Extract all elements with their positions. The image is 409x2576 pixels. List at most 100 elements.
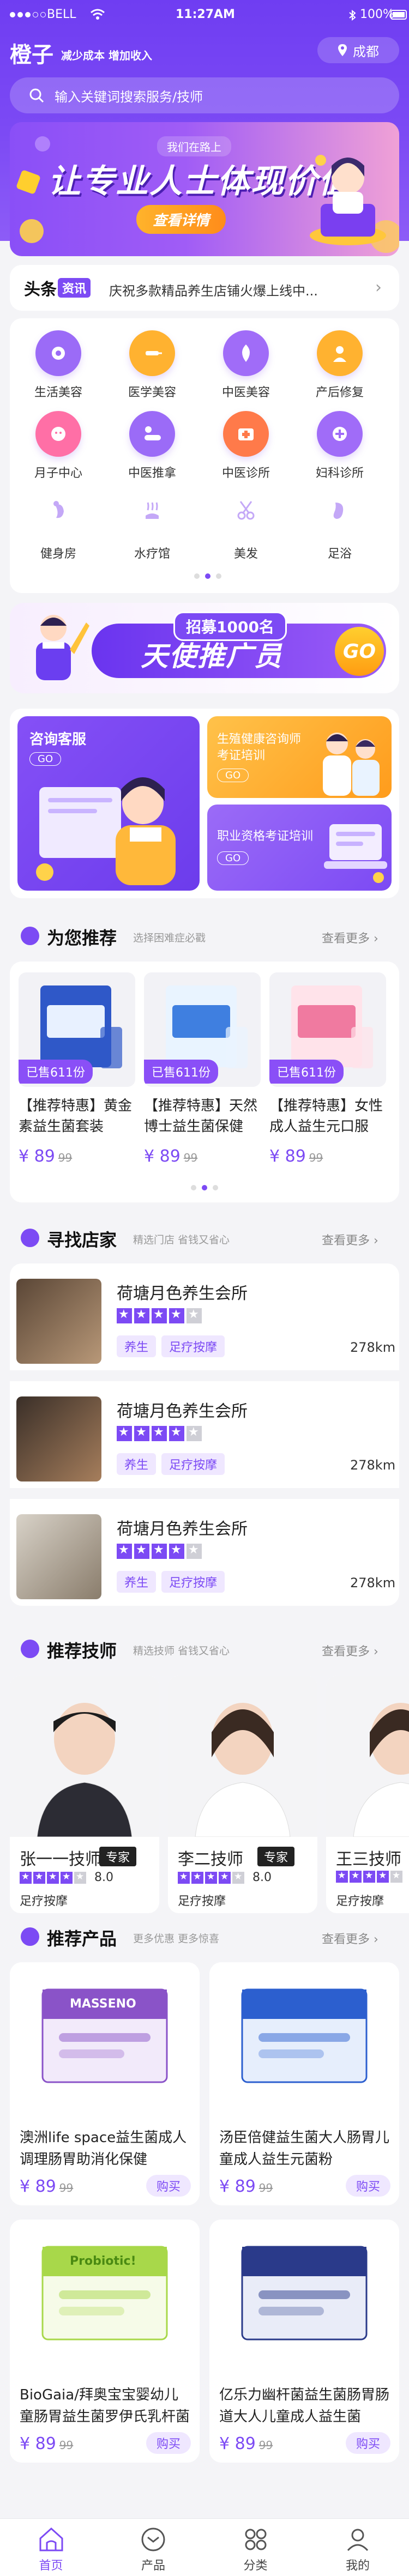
category-foot[interactable]: 足浴: [299, 492, 381, 561]
recommend-product-card[interactable]: 已售611份 【推荐特惠】天然博士益生菌保健 ¥ 89 99: [144, 972, 261, 1166]
category-label: 医学美容: [128, 386, 176, 400]
category-sauna[interactable]: 水疗馆: [111, 492, 193, 561]
rating-score: 8.0: [94, 1871, 113, 1884]
brand-name: 橙子: [10, 43, 53, 68]
carrier-label: BELL: [47, 8, 76, 21]
product-box-label: MASSENO: [70, 1997, 136, 2011]
service-card-training-repro[interactable]: 生殖健康咨询师 考证培训 GO: [207, 716, 392, 798]
category-mother[interactable]: 产后修复: [299, 330, 381, 400]
star-icon: [74, 1871, 86, 1884]
product-price: ¥ 89 99: [219, 2177, 273, 2196]
buy-button[interactable]: 购买: [346, 2175, 390, 2197]
store-item[interactable]: 荷塘月色养生会所养生足疗按摩 278km: [10, 1381, 399, 1488]
star-icon: [20, 1871, 32, 1884]
service-cert-title: 职业资格考证培训: [217, 830, 314, 843]
price-value: ¥ 89: [219, 2434, 256, 2453]
city-label: 成都: [353, 44, 379, 59]
clock: 11:27AM: [176, 8, 235, 21]
news-logo: 头条 资讯: [24, 276, 91, 300]
app-root: BELL 11:27AM 100% 橙子 减少成本 增加收入 成都 输入关键词搜…: [0, 0, 409, 2576]
store-distance: 278km: [350, 1575, 396, 1591]
battery-icon: [390, 10, 407, 20]
promo-go-button[interactable]: GO: [335, 627, 384, 676]
category-baby[interactable]: 月子中心: [17, 411, 99, 481]
category-fitness[interactable]: 健身房: [17, 492, 99, 561]
sauna-icon: [129, 492, 175, 537]
service-repro-title-b: 考证培训: [217, 749, 266, 763]
buy-button[interactable]: 购买: [146, 2175, 191, 2197]
technician-photo: [326, 1676, 409, 1837]
search-input[interactable]: 输入关键词搜索服务/技师: [10, 77, 399, 113]
category-spa-flower[interactable]: 生活美容: [17, 330, 99, 400]
category-gyneco[interactable]: 妇科诊所: [299, 411, 381, 481]
star-icon: [191, 1871, 203, 1884]
technician-card[interactable]: 王三技师足疗按摩: [326, 1676, 409, 1913]
bottom-tab-bar: 首页 产品 分类 我的: [0, 2518, 409, 2576]
recommend-more-link[interactable]: 查看更多 ›: [322, 929, 378, 946]
product-card[interactable]: MASSENO 澳洲life space益生菌成人调理肠胃助消化保健 ¥ 89 99 购…: [10, 1962, 200, 2205]
star-icon: [377, 1870, 389, 1883]
products-subtitle: 更多优惠 更多惊喜: [133, 1933, 220, 1945]
stores-more-link[interactable]: 查看更多 ›: [322, 1231, 378, 1248]
product-price: ¥ 89 99: [269, 1147, 386, 1166]
product-card[interactable]: 汤臣倍健益生菌大人肠胃儿童成人益生元菌粉 ¥ 89 99 购买: [209, 1962, 399, 2205]
technician-photo: [168, 1676, 317, 1837]
bluetooth-icon: [349, 10, 356, 21]
product-card[interactable]: 亿乐力幽杆菌益生菌肠胃肠道大人儿童成人益生菌 ¥ 89 99 购买: [209, 2220, 399, 2463]
technician-card[interactable]: 李二技师专家 8.0 足疗按摩: [168, 1676, 317, 1913]
original-price: 99: [258, 2439, 273, 2452]
star-icon: [205, 1871, 217, 1884]
star-icon: [390, 1870, 402, 1883]
services-panel: 咨询客服 GO 生殖健康咨询师 考证培训 GO 职业资格考证培训 GO: [10, 709, 399, 898]
technician-name: 张一一技师: [20, 1850, 101, 1869]
news-ticker[interactable]: 头条 资讯 庆祝多款精品养生店铺火爆上线中... ›: [10, 265, 399, 311]
buy-button[interactable]: 购买: [346, 2432, 390, 2454]
fire-icon: [21, 1927, 39, 1946]
spa-flower-icon: [35, 330, 81, 376]
category-clinic[interactable]: 中医诊所: [205, 411, 287, 481]
banner-detail-button[interactable]: 查看详情: [136, 205, 226, 234]
massage-icon: [129, 411, 175, 457]
category-label: 水疗馆: [134, 547, 170, 561]
city-selector[interactable]: 成都: [317, 37, 399, 63]
product-name: 【推荐特惠】天然博士益生菌保健: [144, 1098, 258, 1135]
tab-category[interactable]: 分类: [204, 2519, 306, 2576]
product-image: MASSENO: [10, 1962, 200, 2124]
tab-box[interactable]: 产品: [103, 2519, 204, 2576]
product-card[interactable]: Probiotic! BioGaia/拜奥宝宝婴幼儿童肠胃益生菌罗伊氏乳杆菌 ¥ 8…: [10, 2220, 200, 2463]
promo-banner[interactable]: 招募1000名 天使推广员 GO: [10, 603, 399, 693]
category-label: 美发: [233, 547, 258, 561]
service-cert-go[interactable]: GO: [217, 851, 249, 865]
service-consult-go[interactable]: GO: [29, 752, 62, 766]
category-label: 妇科诊所: [315, 467, 364, 480]
technician-card[interactable]: 张一一技师专家 8.0 足疗按摩: [10, 1676, 159, 1913]
service-card-consult[interactable]: 咨询客服 GO: [17, 716, 200, 891]
recommend-product-card[interactable]: 已售611份 【推荐特惠】女性成人益生元口服 ¥ 89 99: [269, 972, 386, 1166]
store-item[interactable]: 荷塘月色养生会所养生足疗按摩 278km: [10, 1263, 399, 1370]
buy-button[interactable]: 购买: [146, 2432, 191, 2454]
promo-illustration: [36, 615, 89, 680]
category-label: 健身房: [40, 547, 76, 561]
category-scissors[interactable]: 美发: [205, 492, 287, 561]
techs-more-link[interactable]: 查看更多 ›: [322, 1642, 378, 1659]
star-icon: [117, 1543, 132, 1559]
recommend-product-card[interactable]: 已售611份 【推荐特惠】黄金素益生菌套装 ¥ 89 99: [19, 972, 135, 1166]
expert-badge: 专家: [257, 1847, 295, 1866]
service-repro-title-a: 生殖健康咨询师: [217, 733, 302, 746]
category-massage[interactable]: 中医推拿: [111, 411, 193, 481]
hero-banner[interactable]: 我们在路上 让专业人士体现价值 查看详情: [10, 122, 399, 256]
tab-user[interactable]: 我的: [307, 2519, 409, 2576]
service-repro-go[interactable]: GO: [217, 769, 249, 782]
service-card-career-cert[interactable]: 职业资格考证培训 GO: [207, 805, 392, 891]
technician-rating: 8.0: [178, 1871, 272, 1884]
store-item[interactable]: 荷塘月色养生会所养生足疗按摩 278km: [10, 1499, 399, 1606]
original-price: 99: [183, 1151, 198, 1164]
mother-icon: [317, 330, 363, 376]
techs-header: 推荐技师 精选技师 省钱又省心 查看更多 ›: [10, 1633, 399, 1666]
products-more-link[interactable]: 查看更多 ›: [322, 1930, 378, 1947]
tab-home[interactable]: 首页: [0, 2519, 102, 2576]
store-name: 荷塘月色养生会所: [117, 1402, 248, 1421]
category-herb[interactable]: 中医美容: [205, 330, 287, 400]
category-syringe[interactable]: 医学美容: [111, 330, 193, 400]
products-header: 推荐产品 更多优惠 更多惊喜 查看更多 ›: [10, 1921, 399, 1954]
